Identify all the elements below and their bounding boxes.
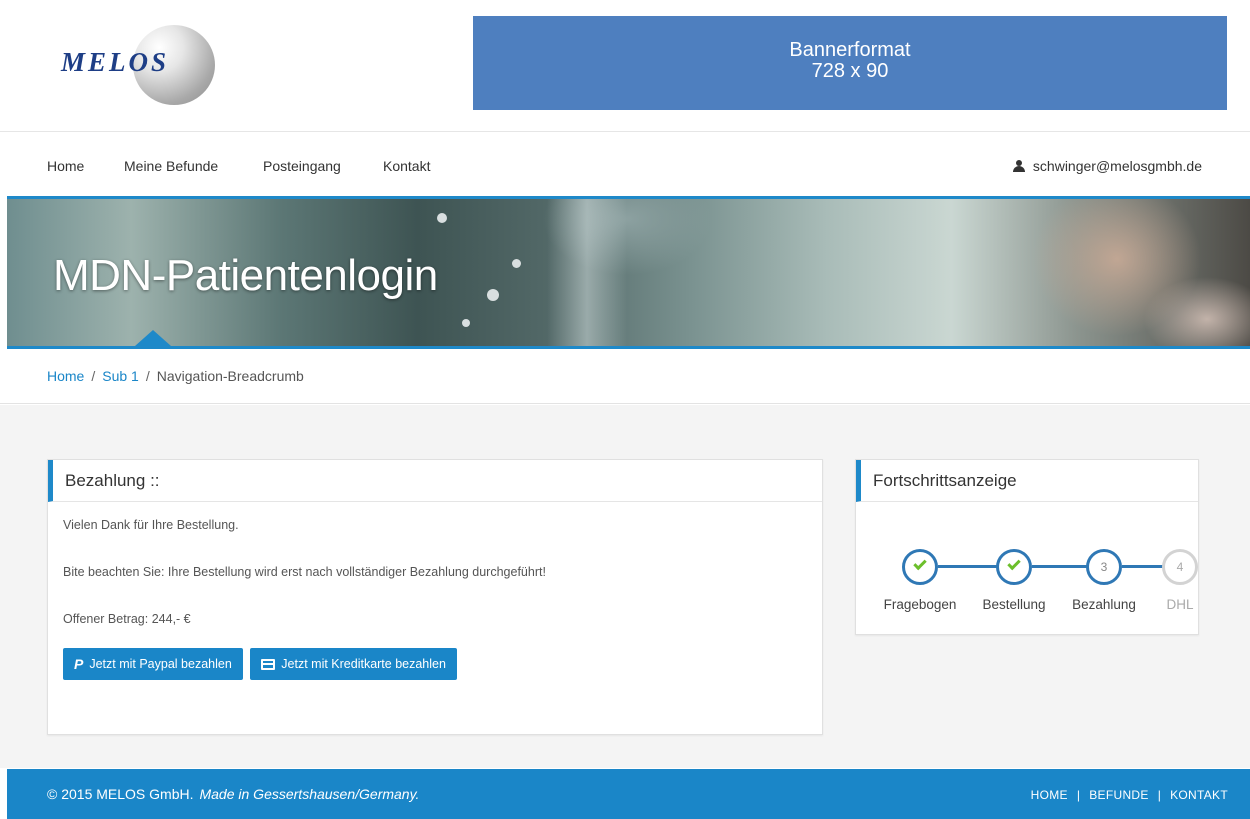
- footer-tagline: Made in Gessertshausen/Germany.: [199, 786, 420, 802]
- banner-line-1: Bannerformat: [789, 39, 911, 61]
- credit-card-pay-button[interactable]: Jetzt mit Kreditkarte bezahlen: [250, 648, 457, 680]
- breadcrumb-separator: /: [91, 368, 96, 384]
- site-header: MELOS Bannerformat 728 x 90: [0, 0, 1250, 132]
- hero-light-streak: [547, 199, 627, 346]
- footer-link-kontakt[interactable]: KONTAKT: [1170, 788, 1228, 802]
- footer-link-befunde[interactable]: BEFUNDE: [1089, 788, 1148, 802]
- step-2-label: Bestellung: [982, 597, 1046, 612]
- banner-line-2: 728 x 90: [811, 60, 889, 82]
- step-4-circle: 4: [1162, 549, 1198, 585]
- step-connector: [1122, 565, 1164, 568]
- thanks-text: Vielen Dank für Ihre Bestellung.: [63, 518, 239, 532]
- hero-banner: MDN-Patientenlogin: [7, 196, 1250, 349]
- nav-item-posteingang[interactable]: Posteingang: [263, 158, 341, 174]
- copyright-text: © 2015 MELOS GmbH.: [47, 786, 194, 802]
- footer-separator: |: [1157, 788, 1162, 802]
- paypal-icon: P: [74, 656, 84, 672]
- step-3-circle: 3: [1086, 549, 1122, 585]
- footer-links: HOME | BEFUNDE | KONTAKT: [1031, 788, 1228, 802]
- molecule-atom: [487, 289, 499, 301]
- payment-panel: Bezahlung :: Vielen Dank für Ihre Bestel…: [47, 459, 823, 735]
- footer-copyright: © 2015 MELOS GmbH. Made in Gessertshausen…: [47, 786, 419, 802]
- paypal-button-label: Jetzt mit Paypal bezahlen: [89, 657, 232, 671]
- payment-panel-body: Vielen Dank für Ihre Bestellung. Bite be…: [48, 502, 822, 680]
- molecule-atom: [462, 319, 470, 327]
- breadcrumb-sub1[interactable]: Sub 1: [102, 368, 139, 384]
- breadcrumb-separator: /: [145, 368, 150, 384]
- footer-link-home[interactable]: HOME: [1031, 788, 1068, 802]
- check-icon: [913, 556, 927, 571]
- check-icon: [1007, 556, 1021, 571]
- breadcrumb-current: Navigation-Breadcrumb: [156, 368, 304, 384]
- progress-steps: 3 4 Fragebogen Bestellung Bezahlung DHL: [856, 502, 1198, 634]
- step-1-label: Fragebogen: [883, 597, 957, 612]
- step-connector: [1032, 565, 1088, 568]
- step-1-circle: [902, 549, 938, 585]
- molecule-atom: [512, 259, 521, 268]
- step-connector: [938, 565, 1002, 568]
- breadcrumb-home[interactable]: Home: [47, 368, 84, 384]
- payment-panel-title: Bezahlung ::: [65, 471, 160, 490]
- credit-card-icon: [261, 658, 276, 670]
- progress-panel: Fortschrittsanzeige 3 4 Fragebogen Beste…: [855, 459, 1199, 635]
- hero-pointer: [135, 330, 171, 346]
- progress-panel-title: Fortschrittsanzeige: [873, 471, 1017, 490]
- user-account-link[interactable]: schwinger@melosgmbh.de: [1012, 158, 1202, 174]
- nav-item-kontakt[interactable]: Kontakt: [383, 158, 430, 174]
- nav-item-meine-befunde[interactable]: Meine Befunde: [124, 158, 218, 174]
- step-2-circle: [996, 549, 1032, 585]
- ad-banner[interactable]: Bannerformat 728 x 90: [473, 16, 1227, 110]
- user-email: schwinger@melosgmbh.de: [1032, 158, 1202, 174]
- page-title: MDN-Patientenlogin: [53, 251, 438, 300]
- main-nav: Home Meine Befunde Posteingang Kontakt s…: [0, 133, 1250, 197]
- step-4-label: DHL: [1166, 597, 1194, 612]
- footer-separator: |: [1076, 788, 1081, 802]
- paypal-pay-button[interactable]: P Jetzt mit Paypal bezahlen: [63, 648, 243, 680]
- site-footer: © 2015 MELOS GmbH. Made in Gessertshausen…: [7, 769, 1250, 819]
- credit-card-button-label: Jetzt mit Kreditkarte bezahlen: [281, 657, 446, 671]
- nav-item-home[interactable]: Home: [47, 158, 84, 174]
- molecule-atom: [437, 213, 447, 223]
- melos-logo[interactable]: MELOS: [55, 25, 215, 105]
- logo-text: MELOS: [61, 47, 170, 77]
- payment-panel-header: Bezahlung ::: [48, 460, 822, 502]
- user-icon: [1012, 160, 1025, 172]
- payment-notice: Bite beachten Sie: Ihre Bestellung wird …: [63, 565, 546, 579]
- open-amount: Offener Betrag: 244,- €: [63, 612, 191, 626]
- breadcrumb: Home / Sub 1 / Navigation-Breadcrumb: [0, 352, 1250, 404]
- progress-panel-header: Fortschrittsanzeige: [856, 460, 1198, 502]
- main-content: Bezahlung :: Vielen Dank für Ihre Bestel…: [0, 405, 1250, 768]
